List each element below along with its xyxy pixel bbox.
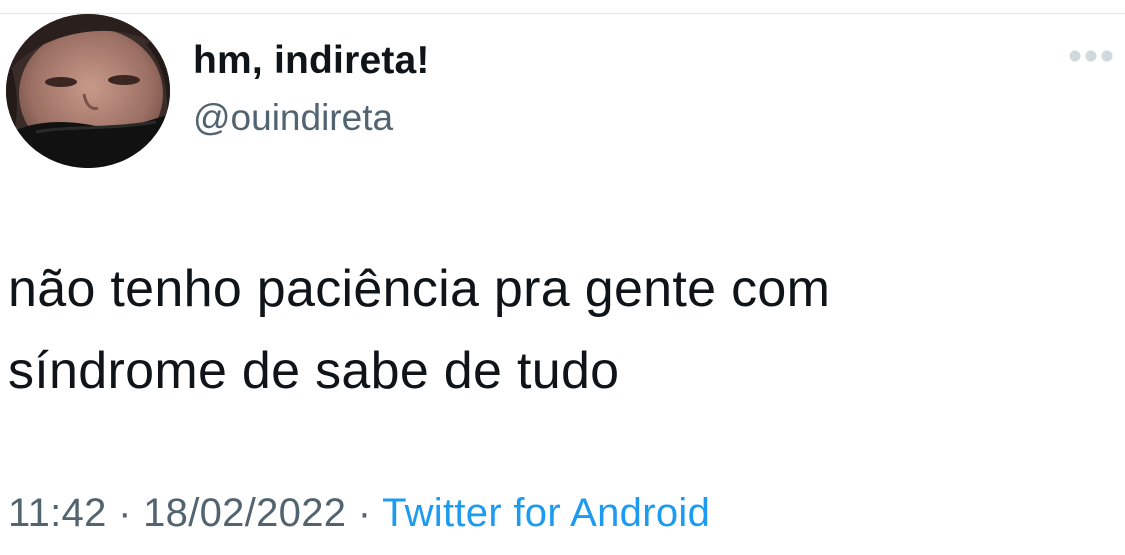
meta-separator: ·	[118, 491, 132, 535]
tweet-text-line: não tenho paciência pra gente com	[8, 260, 831, 318]
tweet-text-line: síndrome de sabe de tudo	[8, 342, 620, 400]
author-handle[interactable]: @ouindireta	[193, 96, 393, 140]
tweet-date[interactable]: 18/02/2022	[143, 491, 346, 535]
avatar-photo-icon	[6, 14, 170, 168]
tweet-time[interactable]: 11:42	[8, 491, 107, 535]
tweet-source-link[interactable]: Twitter for Android	[382, 491, 710, 535]
tweet-metadata: 11:42 · 18/02/2022 · Twitter for Android	[8, 488, 710, 538]
more-options-button[interactable]	[1066, 38, 1116, 74]
meta-separator: ·	[357, 491, 372, 535]
more-horizontal-icon	[1069, 50, 1113, 62]
top-divider	[0, 0, 1125, 14]
tweet-text: não tenho paciência pra gente com síndro…	[8, 248, 1108, 412]
avatar[interactable]	[6, 14, 170, 168]
author-display-name[interactable]: hm, indireta!	[193, 38, 430, 84]
